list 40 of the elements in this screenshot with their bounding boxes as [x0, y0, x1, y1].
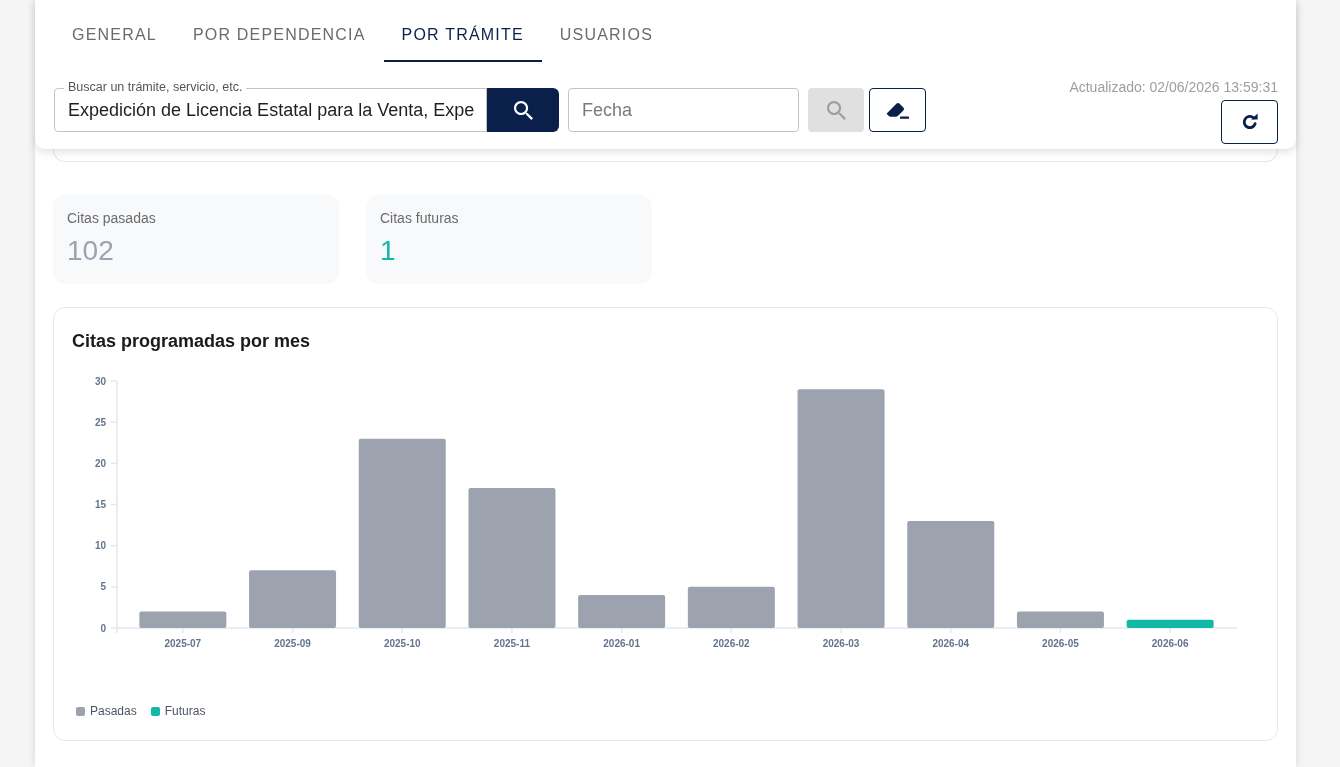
axis-label: 0	[100, 622, 106, 634]
updated-timestamp: Actualizado: 02/06/2026 13:59:31	[1069, 79, 1278, 95]
stat-label: Citas pasadas	[67, 209, 156, 227]
legend-marker-icon	[150, 706, 160, 716]
refresh-button[interactable]	[1221, 100, 1278, 144]
stat-label: Citas futuras	[380, 209, 459, 227]
search-button[interactable]	[487, 88, 559, 132]
axis-label: 2026-02	[713, 637, 750, 649]
axis-label: 2025-09	[274, 637, 311, 649]
tab[interactable]: POR DEPENDENCIA	[174, 10, 384, 62]
clear-button[interactable]	[869, 88, 926, 132]
axis-label: 30	[94, 375, 106, 387]
axis-label: 2026-04	[932, 637, 970, 649]
axis-label: 2026-05	[1042, 637, 1079, 649]
tab[interactable]: GENERAL	[54, 10, 175, 62]
search-icon	[513, 100, 533, 120]
axis-label: 25	[94, 416, 106, 428]
axis-label: 2026-01	[603, 637, 640, 649]
tab[interactable]: POR TRÁMITE	[383, 10, 542, 62]
axis-label: 5	[100, 581, 106, 593]
axis-label: 2026-06	[1151, 637, 1189, 649]
eraser-icon	[885, 101, 910, 119]
search-icon	[826, 100, 846, 120]
axis-label: 2026-03	[822, 637, 860, 649]
tab[interactable]: USUARIOS	[541, 10, 671, 62]
axis-label: 15	[94, 499, 106, 510]
date-field[interactable]: Fecha	[568, 88, 799, 132]
field-label: Buscar un trámite, servicio, etc.	[64, 79, 247, 95]
legend-marker-icon	[76, 706, 85, 716]
stat-value: 102	[67, 235, 114, 267]
legend-label: Futuras	[164, 704, 206, 718]
axis-label: 20	[94, 457, 106, 469]
stat-value: 1	[380, 235, 396, 267]
chart-title: Citas programadas por mes	[72, 330, 312, 352]
refresh-icon	[1240, 113, 1259, 131]
axis-label: 2025-07	[164, 637, 202, 649]
axis-label: 2025-10	[383, 637, 421, 649]
legend-label: Pasadas	[90, 704, 137, 718]
axis-label: 2025-11	[493, 637, 531, 649]
axis-label: 10	[94, 540, 106, 552]
